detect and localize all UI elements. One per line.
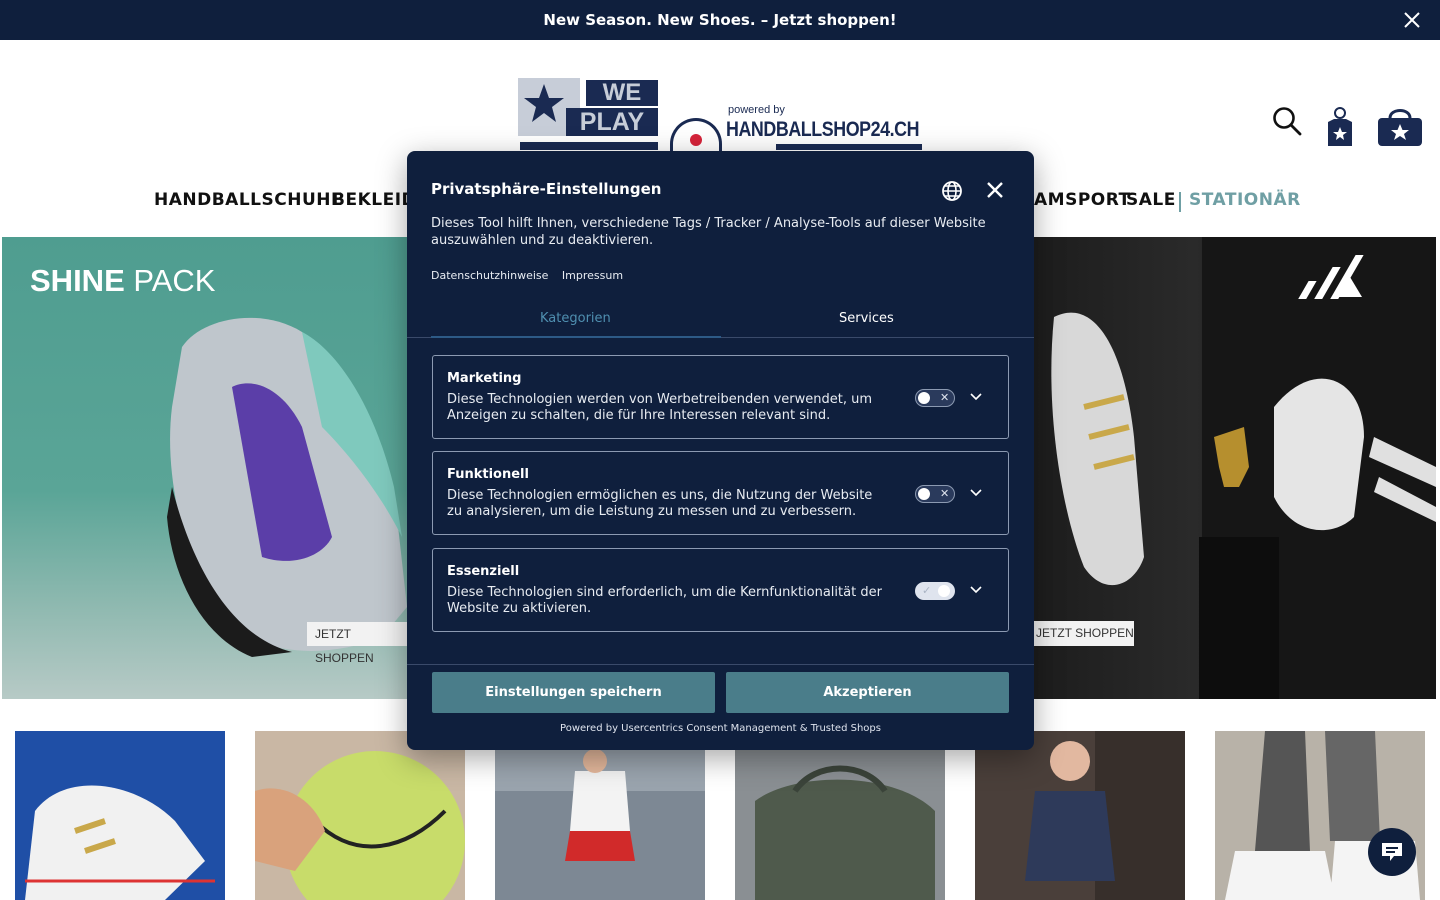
category-tile-bags[interactable]: [735, 731, 945, 900]
dialog-links: Datenschutzhinweise Impressum: [431, 269, 633, 282]
category-description: Diese Technologien sind erforderlich, um…: [447, 585, 882, 616]
logo-play-text: PLAY: [566, 108, 658, 136]
athlete-image: [975, 731, 1185, 900]
category-title: Marketing: [447, 371, 522, 386]
category-tile-women[interactable]: [975, 731, 1185, 900]
logo-dot: [690, 134, 702, 146]
toggle-knob: [938, 585, 950, 597]
announcement-bar: New Season. New Shoes. – Jetzt shoppen!: [0, 0, 1440, 40]
hero-title: SHINE PACK: [30, 263, 216, 298]
logo-we-text: WE: [586, 80, 658, 106]
imprint-link[interactable]: Impressum: [562, 269, 623, 282]
category-functional: Funktionell Diese Technologien ermöglich…: [432, 451, 1009, 535]
chevron-down-icon[interactable]: [969, 391, 983, 403]
toggle-on-icon: ✓: [922, 584, 932, 597]
dialog-description: Dieses Tool hilft Ihnen, verschiedene Ta…: [431, 216, 986, 248]
toggle-knob: [918, 488, 930, 500]
logo-strip: [520, 142, 658, 150]
logo-bar: [776, 144, 922, 150]
shoes-image: [25, 785, 215, 900]
player-image: [495, 731, 705, 861]
category-essential: Essenziell Diese Technologien sind erfor…: [432, 548, 1009, 632]
toggle-off-icon: ✕: [940, 487, 950, 500]
ball-image: [255, 751, 465, 900]
chat-button[interactable]: [1368, 828, 1416, 876]
category-description: Diese Technologien werden von Werbetreib…: [447, 392, 873, 423]
announcement-link[interactable]: New Season. New Shoes. – Jetzt shoppen!: [543, 11, 896, 29]
accept-button[interactable]: Akzeptieren: [726, 672, 1009, 713]
save-settings-button[interactable]: Einstellungen speichern: [432, 672, 715, 713]
language-globe-icon[interactable]: [941, 180, 963, 202]
category-description: Diese Technologien ermöglichen es uns, d…: [447, 488, 873, 519]
hero-cta-left[interactable]: JETZT SHOPPEN: [307, 622, 407, 665]
account-icon[interactable]: [1324, 106, 1356, 148]
toggle-off-icon: ✕: [940, 391, 950, 404]
nav-separator: [1179, 192, 1181, 212]
marketing-toggle[interactable]: ✕: [915, 389, 955, 407]
nav-item-teamsport[interactable]: AMSPORT: [1034, 190, 1131, 210]
logo-shop-name: HANDBALLSHOP24.CH: [726, 118, 920, 141]
site-logo[interactable]: WE PLAY powered by HANDBALLSHOP24.CH: [518, 78, 922, 158]
logo-powered-by: powered by: [728, 104, 785, 116]
search-icon[interactable]: [1272, 106, 1302, 136]
categories-list: Marketing Diese Technologien werden von …: [407, 338, 1034, 665]
nav-item-bekleidung[interactable]: BEKLEID: [332, 190, 416, 210]
chat-icon: [1382, 843, 1402, 861]
bag-image: [755, 765, 935, 900]
chevron-down-icon[interactable]: [969, 584, 983, 596]
category-marketing: Marketing Diese Technologien werden von …: [432, 355, 1009, 439]
tab-categories[interactable]: Kategorien: [540, 311, 611, 326]
category-title: Essenziell: [447, 564, 520, 579]
functional-toggle[interactable]: ✕: [915, 485, 955, 503]
privacy-notice-link[interactable]: Datenschutzhinweise: [431, 269, 548, 282]
essential-toggle[interactable]: ✓: [915, 582, 955, 600]
tab-services[interactable]: Services: [839, 311, 894, 326]
cart-icon[interactable]: [1376, 104, 1424, 148]
powered-by-text: Powered by Usercentrics Consent Manageme…: [560, 723, 881, 734]
close-icon[interactable]: [1402, 10, 1422, 30]
dialog-close-icon[interactable]: [985, 180, 1005, 200]
category-tile-shoes[interactable]: [15, 731, 225, 900]
category-tile-apparel[interactable]: [495, 731, 705, 900]
hero-cta-right[interactable]: JETZT SHOPPEN: [1034, 621, 1134, 646]
nav-item-sale[interactable]: SALE: [1126, 190, 1176, 210]
dialog-title: Privatsphäre-Einstellungen: [431, 180, 662, 198]
footer-divider: [407, 664, 1034, 665]
toggle-knob: [918, 392, 930, 404]
category-title: Funktionell: [447, 467, 529, 482]
privacy-settings-dialog: Privatsphäre-Einstellungen Dieses Tool h…: [407, 151, 1034, 750]
nav-item-handballschuhe[interactable]: HANDBALLSCHUHE: [154, 190, 343, 210]
category-tile-balls[interactable]: [255, 731, 465, 900]
chevron-down-icon[interactable]: [969, 487, 983, 499]
nav-item-stationar[interactable]: STATIONÄR: [1189, 190, 1301, 210]
